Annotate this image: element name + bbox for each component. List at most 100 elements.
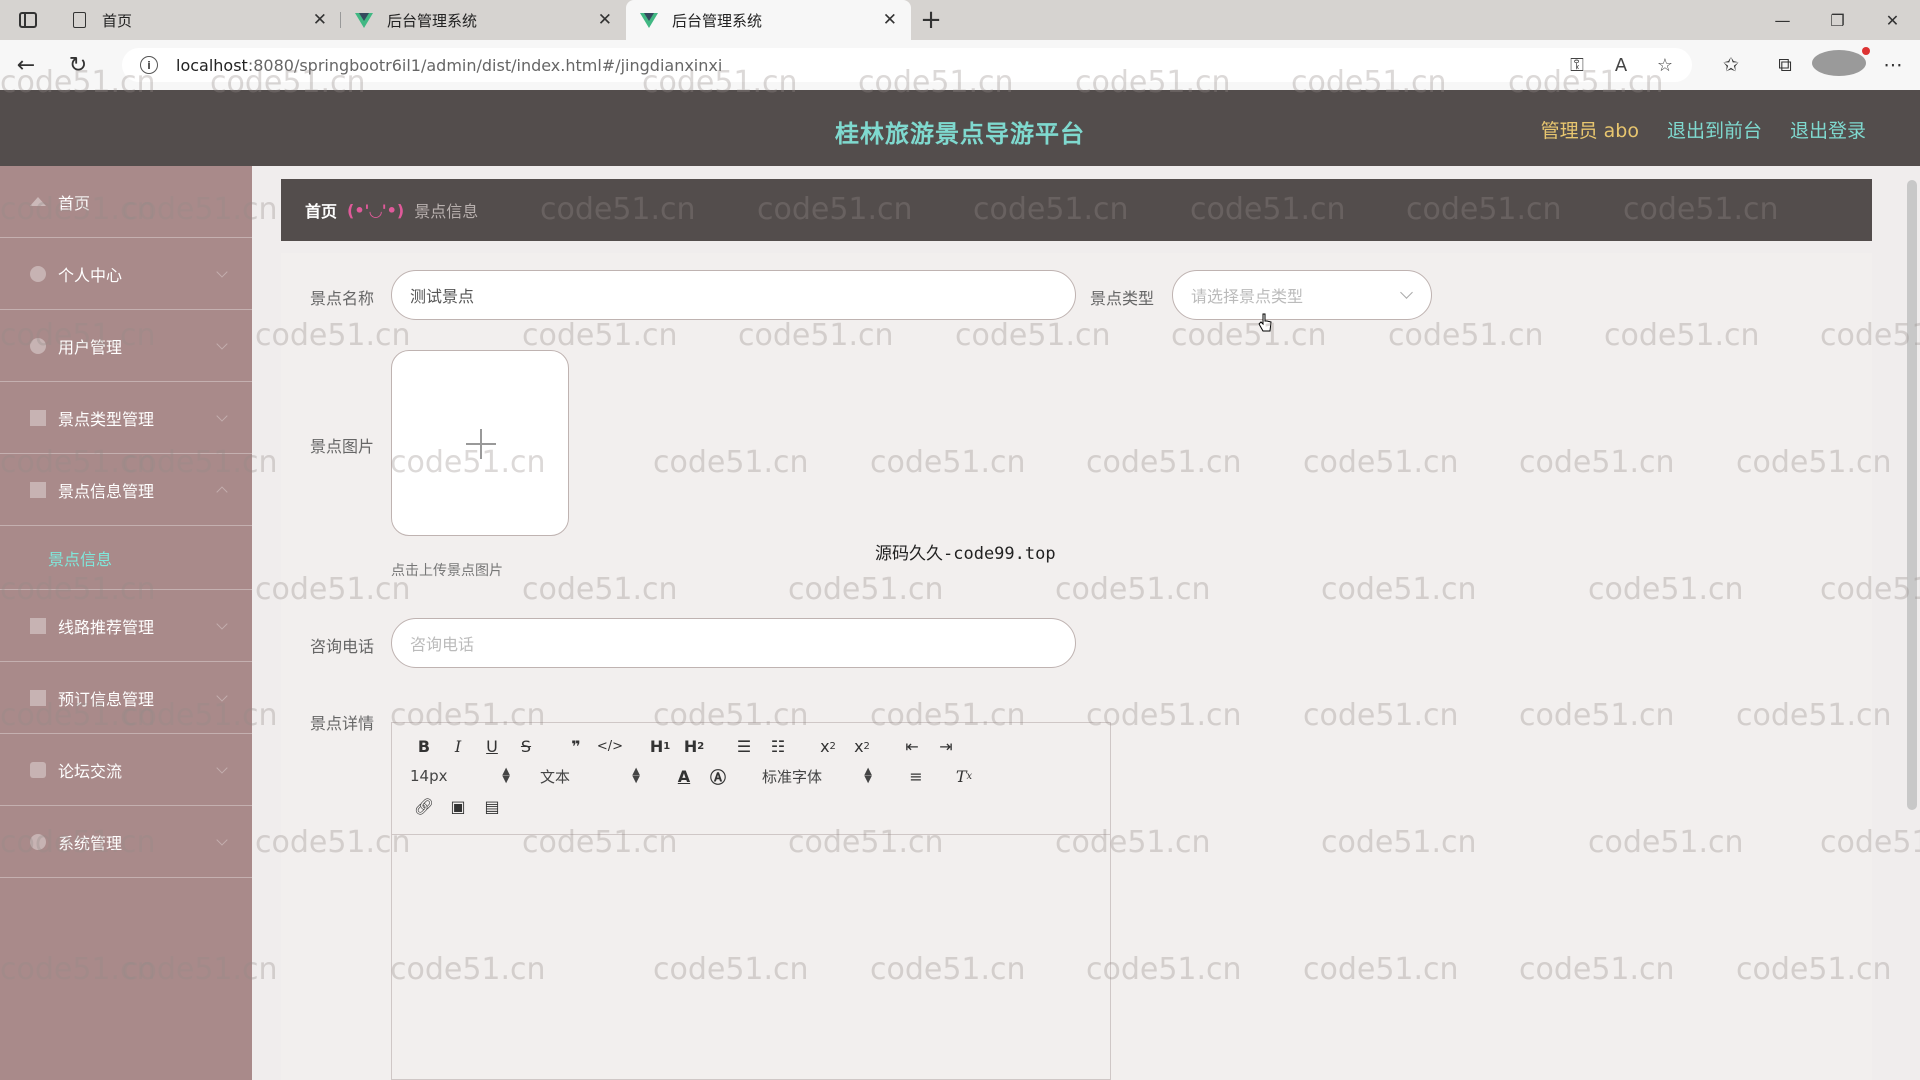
code-icon[interactable]: </> xyxy=(596,733,624,759)
back-to-front-link[interactable]: 退出到前台 xyxy=(1667,116,1762,143)
browser-tab-admin-2[interactable]: 后台管理系统 ✕ xyxy=(626,0,911,40)
font-size-select[interactable]: 14px ▲ ▼ xyxy=(410,766,510,786)
updown-icon: ▲ ▼ xyxy=(632,766,640,785)
sidebar-item-bookings[interactable]: 预订信息管理 xyxy=(0,662,252,734)
address-bar-row: ← ↻ i localhost:8080/springbootr6il1/adm… xyxy=(0,40,1920,90)
subscript-icon[interactable]: x2 xyxy=(814,733,842,759)
type-select-placeholder: 请选择景点类型 xyxy=(1191,287,1304,306)
sidebar-item-forum[interactable]: 论坛交流 xyxy=(0,734,252,806)
browser-tab-home[interactable]: 首页 ✕ xyxy=(56,0,341,40)
heading1-icon[interactable]: H1 xyxy=(646,733,674,759)
chevron-down-icon xyxy=(216,410,228,422)
vue-logo-icon xyxy=(355,12,373,28)
image-label: 景点图片 xyxy=(310,437,375,456)
add-favorite-icon[interactable]: ☆ xyxy=(1643,55,1687,76)
close-tab-icon[interactable]: ✕ xyxy=(883,10,897,30)
align-icon[interactable]: ≡ xyxy=(902,763,930,789)
sidebar-item-scenic-info[interactable]: 景点信息管理 xyxy=(0,454,252,526)
chevron-down-icon xyxy=(1400,286,1413,299)
italic-icon[interactable]: I xyxy=(444,733,472,759)
chevron-up-icon xyxy=(216,486,228,498)
font-color-icon[interactable]: A xyxy=(670,763,698,789)
sidebar-item-scenic-types[interactable]: 景点类型管理 xyxy=(0,382,252,454)
user-icon xyxy=(30,265,46,282)
page-icon xyxy=(72,12,86,28)
sidebar-item-system[interactable]: 系统管理 xyxy=(0,806,252,878)
name-input[interactable]: 测试景点 xyxy=(391,270,1076,320)
rich-text-editor: B I U S ❞ </> H1 H2 ☰ ☷ x2 x2 ⇤ ⇥ 14px ▲ ▼… xyxy=(391,722,1111,1080)
site-info-icon[interactable]: i xyxy=(140,56,158,74)
video-icon[interactable]: ▤ xyxy=(478,793,506,819)
back-arrow-icon[interactable]: ← xyxy=(0,40,52,90)
tab-title: 首页 xyxy=(102,11,133,30)
refresh-icon[interactable]: ↻ xyxy=(52,40,104,90)
profile-button[interactable] xyxy=(1812,46,1870,81)
read-aloud-icon[interactable]: A xyxy=(1599,55,1643,76)
collections-icon[interactable]: ⧉ xyxy=(1758,54,1812,76)
home-icon xyxy=(30,197,46,206)
chevron-down-icon xyxy=(216,618,228,630)
upload-tip: 点击上传景点图片 xyxy=(391,563,503,579)
ordered-list-icon[interactable]: ☰ xyxy=(730,733,758,759)
chevron-down-icon xyxy=(216,338,228,350)
background-color-icon[interactable]: Ⓐ xyxy=(704,763,732,789)
browser-tabbar: 首页 ✕ 后台管理系统 ✕ 后台管理系统 ✕ + — ❐ ✕ xyxy=(0,0,1920,40)
sidebar: 首页 个人中心 用户管理 景点类型管理 景点信息管理 景点信息 线路推荐管理 预… xyxy=(0,166,252,1080)
bold-icon[interactable]: B xyxy=(410,733,438,759)
route-icon xyxy=(30,617,46,634)
tab-actions-button[interactable] xyxy=(0,0,56,40)
page-scrollbar[interactable] xyxy=(1907,180,1917,810)
breadcrumb-separator: (•'◡'•) xyxy=(347,200,405,220)
phone-input[interactable]: 咨询电话 xyxy=(391,618,1076,668)
avatar-icon xyxy=(1812,46,1870,76)
image-upload[interactable] xyxy=(391,350,569,536)
font-family-select[interactable]: 标准字体 ▲ ▼ xyxy=(762,766,872,787)
superscript-icon[interactable]: x2 xyxy=(848,733,876,759)
key-icon[interactable]: ⚿ xyxy=(1555,55,1599,76)
favorites-icon[interactable]: ✩ xyxy=(1704,54,1758,76)
link-icon[interactable]: 🔗︎ xyxy=(410,793,438,819)
minimize-icon[interactable]: — xyxy=(1755,0,1810,40)
new-tab-button[interactable]: + xyxy=(911,0,951,40)
info-icon xyxy=(30,481,46,498)
strikethrough-icon[interactable]: S xyxy=(512,733,540,759)
breadcrumb-current: 景点信息 xyxy=(414,202,479,221)
url-host: localhost xyxy=(176,55,248,75)
image-icon[interactable]: ▣ xyxy=(444,793,472,819)
tab-title: 后台管理系统 xyxy=(387,11,478,30)
browser-tab-admin-1[interactable]: 后台管理系统 ✕ xyxy=(341,0,626,40)
sidebar-item-profile[interactable]: 个人中心 xyxy=(0,238,252,310)
type-label: 景点类型 xyxy=(1090,289,1155,308)
clear-format-icon[interactable]: Tx xyxy=(950,763,978,789)
chevron-down-icon xyxy=(216,266,228,278)
blockquote-icon[interactable]: ❞ xyxy=(562,733,590,759)
restore-icon[interactable]: ❐ xyxy=(1810,0,1865,40)
logout-link[interactable]: 退出登录 xyxy=(1790,116,1866,143)
indent-icon[interactable]: ⇥ xyxy=(932,733,960,759)
breadcrumb: 首页 (•'◡'•) 景点信息 xyxy=(281,179,1872,241)
category-icon xyxy=(30,409,46,426)
overlay-text: 源码久久-code99.top xyxy=(875,544,1056,564)
more-options-icon[interactable]: ⋯ xyxy=(1866,54,1920,76)
sidebar-item-routes[interactable]: 线路推荐管理 xyxy=(0,590,252,662)
close-tab-icon[interactable]: ✕ xyxy=(313,10,327,30)
chevron-down-icon xyxy=(216,690,228,702)
breadcrumb-home[interactable]: 首页 xyxy=(305,198,337,222)
type-select[interactable]: 请选择景点类型 xyxy=(1172,270,1432,320)
tab-actions-icon xyxy=(19,12,37,28)
chevron-down-icon xyxy=(216,834,228,846)
sidebar-item-users[interactable]: 用户管理 xyxy=(0,310,252,382)
bullet-list-icon[interactable]: ☷ xyxy=(764,733,792,759)
close-window-icon[interactable]: ✕ xyxy=(1865,0,1920,40)
sidebar-item-home[interactable]: 首页 xyxy=(0,166,252,238)
url-field[interactable]: i localhost:8080/springbootr6il1/admin/d… xyxy=(122,48,1692,82)
window-controls: — ❐ ✕ xyxy=(1755,0,1920,40)
sidebar-subitem-scenic-info[interactable]: 景点信息 xyxy=(0,526,252,590)
close-tab-icon[interactable]: ✕ xyxy=(598,10,612,30)
underline-icon[interactable]: U xyxy=(478,733,506,759)
outdent-icon[interactable]: ⇤ xyxy=(898,733,926,759)
updown-icon: ▲ ▼ xyxy=(502,766,510,785)
chevron-down-icon xyxy=(216,762,228,774)
block-type-select[interactable]: 文本 ▲ ▼ xyxy=(540,766,640,787)
heading2-icon[interactable]: H2 xyxy=(680,733,708,759)
